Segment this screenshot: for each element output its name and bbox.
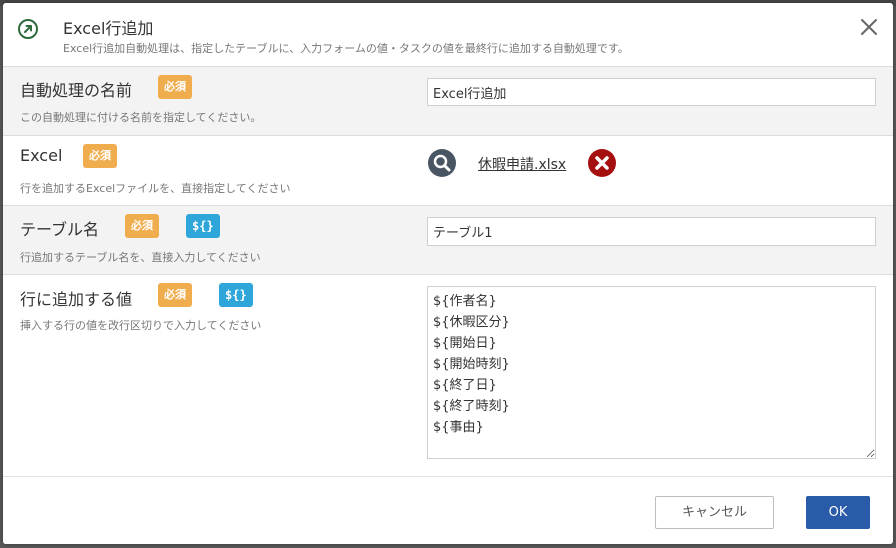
remove-file-icon[interactable] xyxy=(587,148,617,178)
dialog-header: Excel行追加 Excel行追加自動処理は、指定したテーブルに、入力フォームの… xyxy=(3,3,893,67)
field-help-name: この自動処理に付ける名前を指定してください。 xyxy=(20,111,262,124)
required-badge: 必須 xyxy=(125,214,159,238)
name-input[interactable] xyxy=(427,78,876,106)
close-icon[interactable] xyxy=(859,17,879,37)
field-label-table: テーブル名 xyxy=(20,220,100,239)
cancel-button[interactable]: キャンセル xyxy=(655,496,774,529)
ok-button[interactable]: OK xyxy=(806,496,870,529)
required-badge: 必須 xyxy=(83,144,117,168)
field-label-values: 行に追加する値 xyxy=(20,290,133,309)
field-row-values: 行に追加する値 必須 ${} 挿入する行の値を改行区切りで入力してください ${… xyxy=(3,275,893,475)
dialog-footer: キャンセル OK xyxy=(3,476,893,544)
field-label-excel: Excel xyxy=(20,146,63,165)
field-help-values: 挿入する行の値を改行区切りで入力してください xyxy=(20,319,262,332)
field-help-excel: 行を追加するExcelファイルを、直接指定してください xyxy=(20,182,291,195)
excel-file-link[interactable]: 休暇申請.xlsx xyxy=(478,154,566,174)
field-row-table: テーブル名 必須 ${} 行追加するテーブル名を、直接入力してください xyxy=(3,206,893,275)
search-icon[interactable] xyxy=(427,148,457,178)
field-help-table: 行追加するテーブル名を、直接入力してください xyxy=(20,251,261,264)
field-row-excel: Excel 必須 行を追加するExcelファイルを、直接指定してください 休暇申… xyxy=(3,136,893,206)
excel-row-add-dialog: Excel行追加 Excel行追加自動処理は、指定したテーブルに、入力フォームの… xyxy=(3,3,893,544)
field-label-name: 自動処理の名前 xyxy=(20,81,133,100)
arrow-up-right-circle-icon xyxy=(17,18,39,40)
required-badge: 必須 xyxy=(158,75,192,99)
table-name-input[interactable] xyxy=(427,217,876,246)
variable-badge[interactable]: ${} xyxy=(186,214,220,238)
row-values-textarea[interactable]: ${作者名} ${休暇区分} ${開始日} ${開始時刻} ${終了日} ${終… xyxy=(427,286,876,459)
variable-badge[interactable]: ${} xyxy=(219,283,253,307)
dialog-description: Excel行追加自動処理は、指定したテーブルに、入力フォームの値・タスクの値を最… xyxy=(63,42,629,55)
field-row-name: 自動処理の名前 必須 この自動処理に付ける名前を指定してください。 xyxy=(3,67,893,136)
required-badge: 必須 xyxy=(158,283,192,307)
dialog-title: Excel行追加 xyxy=(63,19,154,38)
